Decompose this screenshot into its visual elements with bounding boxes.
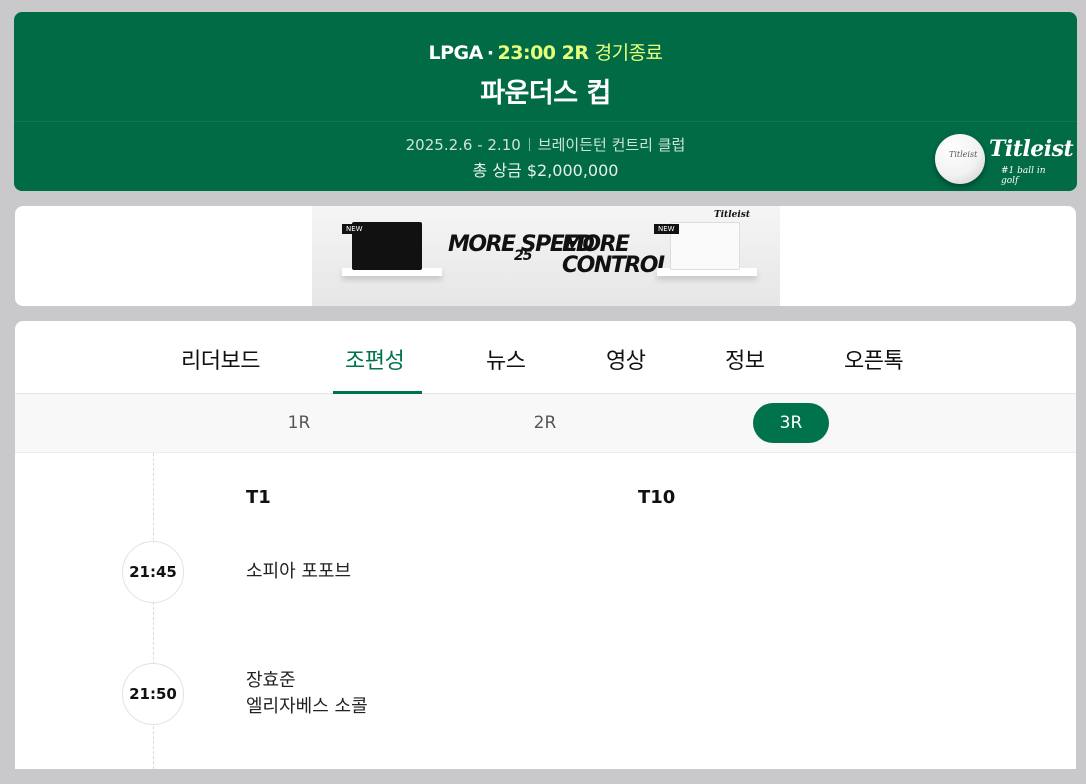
event-meta: 2025.2.6 - 2.10 브레이든턴 컨트리 클럽: [14, 134, 1077, 155]
round-2-button[interactable]: 2R: [507, 403, 583, 443]
main-card: 리더보드 조편성 뉴스 영상 정보 오픈톡 1R 2R 3R T1 T10 21…: [15, 321, 1076, 769]
tee-time: 21:45: [122, 541, 184, 603]
round-1-button[interactable]: 1R: [261, 403, 337, 443]
tee-column-t1: T1: [246, 487, 271, 508]
tab-info[interactable]: 정보: [725, 343, 765, 375]
player-name[interactable]: 소피아 포포브: [246, 559, 351, 585]
tab-news[interactable]: 뉴스: [486, 343, 526, 375]
header-bottom: 2025.2.6 - 2.10 브레이든턴 컨트리 클럽 총 상금 $2,000,…: [14, 122, 1077, 181]
group-players: 장효준 엘리자베스 소콜: [246, 668, 368, 720]
separator-dot: ·: [486, 42, 494, 64]
ad-new-tag-left: NEW: [342, 224, 367, 234]
sponsor-tagline: #1 ball in golf: [1001, 166, 1046, 186]
tee-time: 21:50: [122, 663, 184, 725]
tee-column-t10: T10: [638, 487, 676, 508]
meta-divider: [528, 138, 530, 151]
ad-banner[interactable]: NEW MORE SPEED 25 MORE CONTROL NEW Title…: [312, 206, 780, 306]
event-venue: 브레이든턴 컨트리 클럽: [537, 136, 686, 154]
event-title: 파운더스 컵: [480, 78, 611, 109]
time-round: 23:00 2R: [497, 42, 589, 64]
ad-right-text: MORE CONTROL: [562, 232, 671, 278]
league-status-line: LPGA · 23:00 2R 경기종료: [14, 38, 1077, 65]
tab-pairings[interactable]: 조편성: [345, 343, 405, 375]
player-name[interactable]: 장효준: [246, 668, 368, 694]
ball-box-white-icon: [670, 222, 740, 270]
league-name: LPGA: [428, 42, 483, 64]
sponsor-brand: Titleist: [989, 136, 1074, 162]
tab-video[interactable]: 영상: [606, 343, 646, 375]
ad-new-tag-right: NEW: [654, 224, 679, 234]
header-top: LPGA · 23:00 2R 경기종료 파운더스 컵: [14, 12, 1077, 122]
tab-leaderboard[interactable]: 리더보드: [181, 343, 260, 375]
match-status: 경기종료: [594, 42, 663, 64]
ad-brand: Titleist: [713, 210, 750, 220]
ball-mark: Titleist: [949, 150, 978, 159]
round-3-button[interactable]: 3R: [753, 403, 829, 443]
event-dates: 2025.2.6 - 2.10: [405, 136, 521, 154]
golf-ball-icon: Titleist: [935, 134, 985, 184]
ad-card: NEW MORE SPEED 25 MORE CONTROL NEW Title…: [15, 206, 1076, 306]
sponsor-logo[interactable]: Titleist Titleist #1 ball in golf: [929, 130, 1074, 186]
tab-open-talk[interactable]: 오픈톡: [844, 343, 904, 375]
tab-bar: 리더보드 조편성 뉴스 영상 정보 오픈톡: [15, 321, 1076, 394]
tournament-header: LPGA · 23:00 2R 경기종료 파운더스 컵 2025.2.6 - 2.1…: [14, 12, 1077, 191]
group-players: 소피아 포포브: [246, 559, 351, 585]
player-name[interactable]: 엘리자베스 소콜: [246, 694, 368, 720]
tee-time-schedule: T1 T10 21:45 소피아 포포브 21:50 장효준 엘리자베스 소콜: [15, 453, 1076, 769]
round-selector: 1R 2R 3R: [15, 394, 1076, 453]
ad-center-text: 25: [514, 248, 533, 264]
prize-money: 총 상금 $2,000,000: [472, 161, 619, 180]
